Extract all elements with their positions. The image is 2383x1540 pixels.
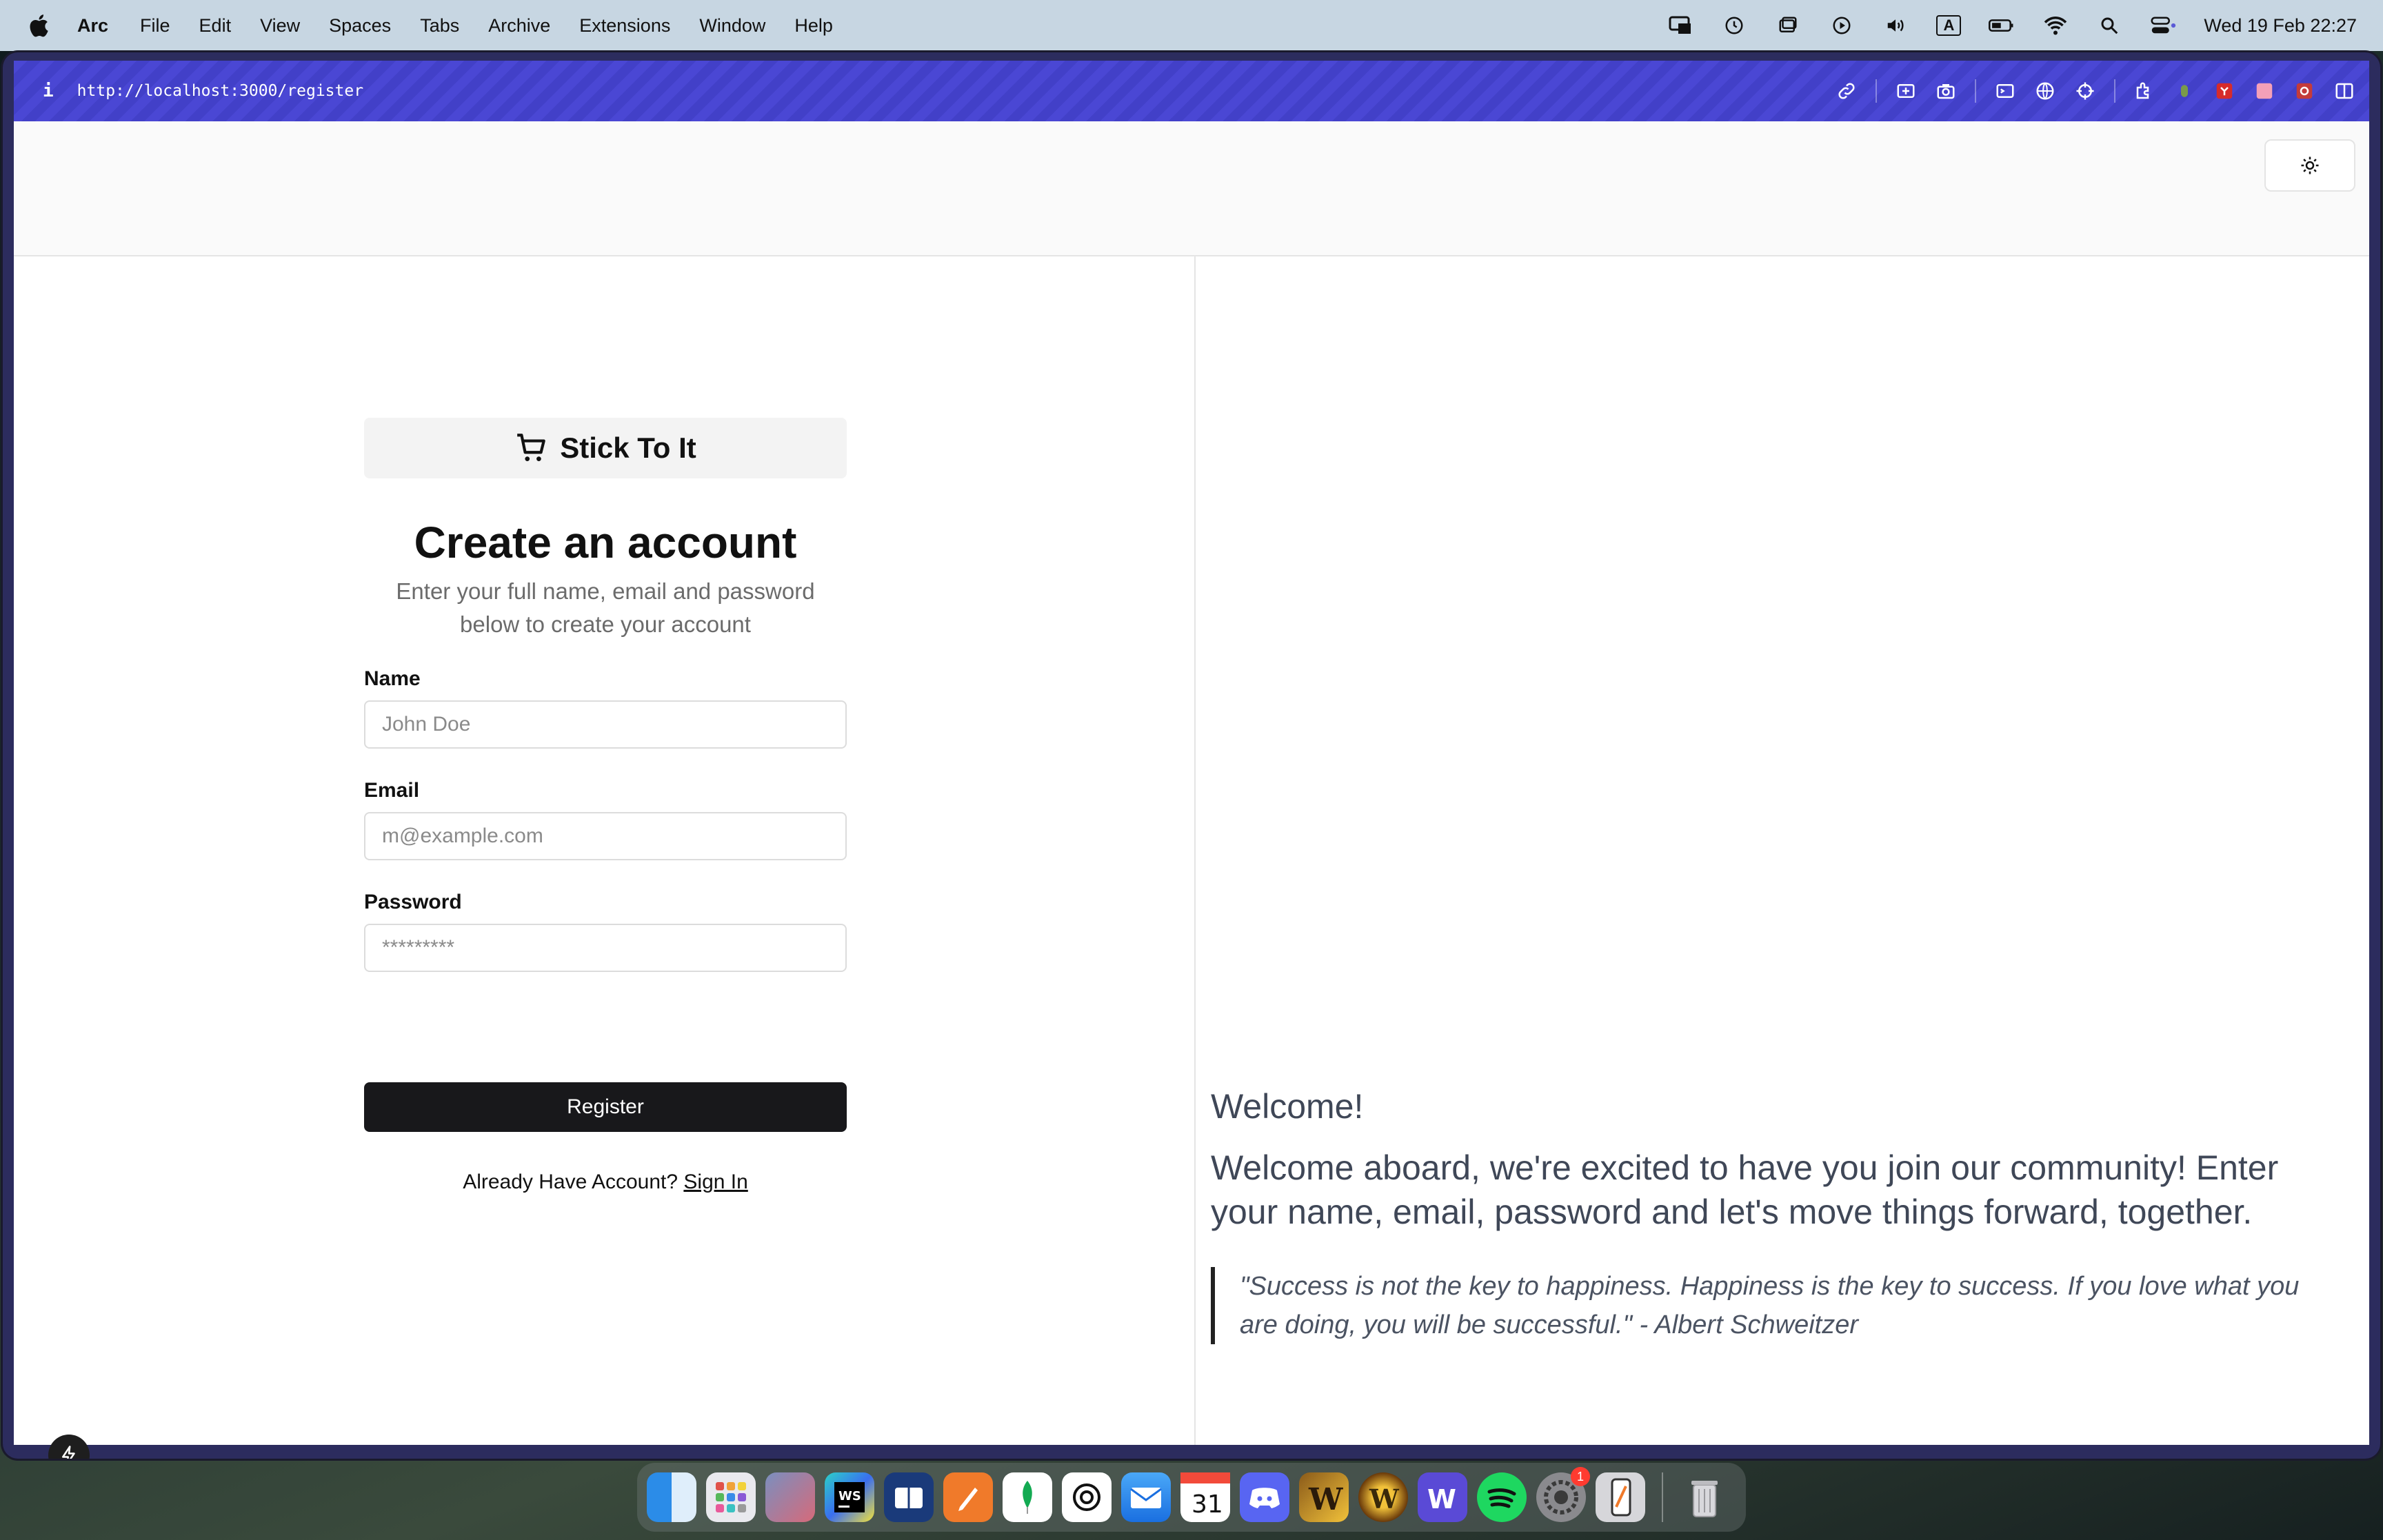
world-of-warcraft-icon[interactable]: W xyxy=(1358,1472,1408,1522)
register-form: Stick To It Create an account Enter your… xyxy=(364,418,847,1194)
dock: WS 31 W W W 1 xyxy=(637,1463,1746,1532)
url-text[interactable]: http://localhost:3000/register xyxy=(77,82,363,100)
signin-prompt: Already Have Account? xyxy=(463,1171,678,1193)
lightning-icon xyxy=(62,1446,75,1459)
system-settings-icon[interactable]: 1 xyxy=(1536,1467,1590,1522)
menu-view[interactable]: View xyxy=(260,15,300,37)
register-button[interactable]: Register xyxy=(364,1082,847,1132)
toolbar-divider xyxy=(1876,79,1877,103)
menu-file[interactable]: File xyxy=(140,15,170,37)
page-subtitle: Enter your full name, email and password… xyxy=(396,578,815,637)
password-input[interactable] xyxy=(364,924,847,972)
menu-extensions[interactable]: Extensions xyxy=(579,15,670,37)
launchpad-icon[interactable] xyxy=(706,1472,756,1522)
discord-icon[interactable] xyxy=(1240,1472,1289,1522)
simulator-icon[interactable] xyxy=(1596,1472,1645,1522)
stage-manager-icon[interactable] xyxy=(1775,15,1801,36)
sun-icon xyxy=(2301,156,2319,174)
spotlight-search-icon[interactable] xyxy=(2096,15,2122,36)
name-input[interactable] xyxy=(364,700,847,749)
signin-link[interactable]: Sign In xyxy=(683,1171,747,1193)
browser-window: i http://localhost:3000/register Stick T… xyxy=(3,52,2380,1459)
dock-divider xyxy=(1662,1472,1663,1522)
sidebar-toggle-icon[interactable] xyxy=(2333,80,2355,102)
brand-logo[interactable]: Stick To It xyxy=(364,418,847,478)
dev-tools-button[interactable] xyxy=(48,1435,90,1459)
shopping-cart-icon xyxy=(517,434,545,461)
menu-tabs[interactable]: Tabs xyxy=(420,15,459,37)
capture-icon[interactable] xyxy=(1895,80,1917,102)
input-source-icon[interactable]: A xyxy=(1936,15,1962,36)
page-title: Create an account xyxy=(414,518,797,567)
volume-icon[interactable] xyxy=(1882,15,1909,36)
menu-window[interactable]: Window xyxy=(699,15,765,37)
welcome-title: Welcome! xyxy=(1211,1087,1364,1126)
copy-link-icon[interactable] xyxy=(1836,80,1858,102)
svg-text:W: W xyxy=(1369,1483,1400,1514)
spotify-icon[interactable] xyxy=(1477,1472,1527,1522)
toolbar xyxy=(1836,61,2355,121)
url-bar: i http://localhost:3000/register xyxy=(14,61,2369,121)
notes-icon[interactable] xyxy=(884,1472,934,1522)
console-icon[interactable] xyxy=(1994,80,2016,102)
column-divider xyxy=(1194,256,1196,1445)
web-page: Stick To It Create an account Enter your… xyxy=(14,121,2369,1459)
camera-icon[interactable] xyxy=(1935,80,1957,102)
time-machine-icon[interactable] xyxy=(1721,15,1747,36)
extension-red-icon[interactable] xyxy=(2213,80,2235,102)
globe-icon[interactable] xyxy=(2034,80,2056,102)
extension-gear-icon[interactable] xyxy=(2293,80,2315,102)
target-icon[interactable] xyxy=(2074,80,2096,102)
menu-app-name[interactable]: Arc xyxy=(77,15,108,37)
menu-help[interactable]: Help xyxy=(794,15,833,37)
now-playing-icon[interactable] xyxy=(1829,15,1855,36)
extensions-icon[interactable] xyxy=(2133,80,2155,102)
word-icon[interactable]: W xyxy=(1418,1472,1467,1522)
extension-green-icon[interactable] xyxy=(2173,80,2195,102)
warcraft-icon[interactable]: W xyxy=(1299,1472,1349,1522)
status-area: A Wed 19 Feb 22:27 xyxy=(1667,0,2357,51)
svg-text:WS: WS xyxy=(838,1489,861,1503)
control-center-icon[interactable] xyxy=(2150,15,2176,36)
notification-badge: 1 xyxy=(1571,1467,1590,1486)
mail-icon[interactable] xyxy=(1121,1472,1171,1522)
menu-edit[interactable]: Edit xyxy=(199,15,232,37)
svg-text:W: W xyxy=(1427,1484,1456,1514)
chatgpt-icon[interactable] xyxy=(1062,1472,1112,1522)
webstorm-icon[interactable]: WS xyxy=(825,1472,874,1522)
toolbar-divider xyxy=(2114,79,2115,103)
email-label: Email xyxy=(364,779,420,802)
signin-row: Already Have Account? Sign In xyxy=(364,1171,847,1194)
wifi-icon[interactable] xyxy=(2042,15,2069,36)
menubar-clock[interactable]: Wed 19 Feb 22:27 xyxy=(2204,15,2357,37)
theme-toggle-button[interactable] xyxy=(2264,139,2355,192)
calendar-icon[interactable]: 31 xyxy=(1180,1472,1230,1522)
name-label: Name xyxy=(364,667,421,690)
finder-icon[interactable] xyxy=(647,1472,696,1522)
quote: "Success is not the key to happiness. Ha… xyxy=(1211,1267,2342,1344)
welcome-text: Welcome aboard, we're excited to have yo… xyxy=(1211,1148,2279,1231)
password-label: Password xyxy=(364,891,462,913)
battery-icon[interactable] xyxy=(1989,15,2015,36)
welcome-panel: Welcome! Welcome aboard, we're excited t… xyxy=(1211,1086,2342,1344)
page-header xyxy=(14,121,2369,256)
menu-spaces[interactable]: Spaces xyxy=(329,15,391,37)
brand-name: Stick To It xyxy=(560,432,696,464)
extension-pink-icon[interactable] xyxy=(2253,80,2275,102)
svg-text:W: W xyxy=(1308,1482,1343,1517)
screen-share-icon[interactable] xyxy=(1667,15,1693,36)
toolbar-divider xyxy=(1975,79,1976,103)
menu-archive[interactable]: Archive xyxy=(488,15,550,37)
mongodb-icon[interactable] xyxy=(1003,1472,1052,1522)
trash-icon[interactable] xyxy=(1680,1472,1729,1522)
apple-icon[interactable] xyxy=(26,12,54,39)
email-input[interactable] xyxy=(364,812,847,860)
site-info-icon[interactable]: i xyxy=(43,81,54,101)
svg-text:31: 31 xyxy=(1192,1490,1223,1519)
menu-bar: Arc File Edit View Spaces Tabs Archive E… xyxy=(0,0,2383,51)
pages-icon[interactable] xyxy=(943,1472,993,1522)
affinity-icon[interactable] xyxy=(765,1472,815,1522)
